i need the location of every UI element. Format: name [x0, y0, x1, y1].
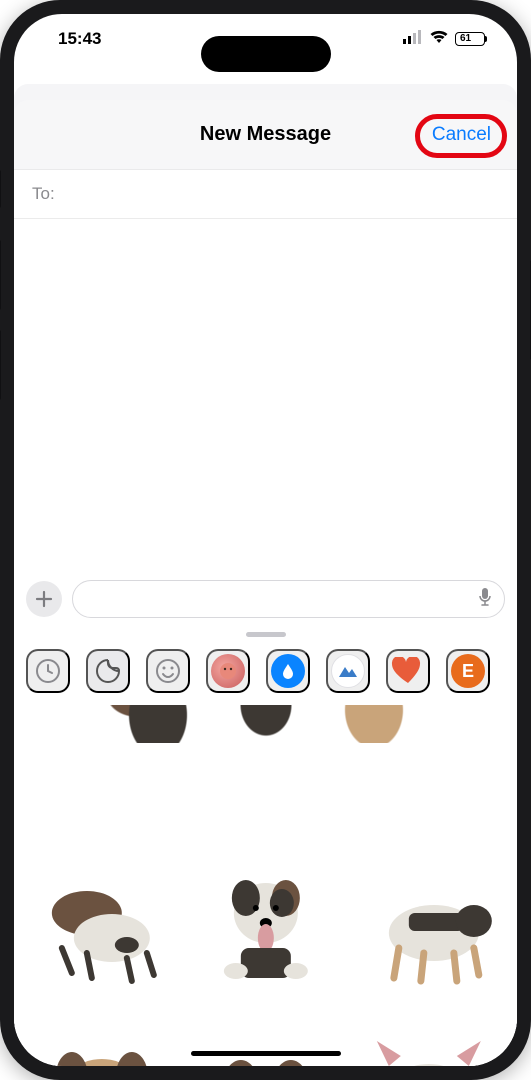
- sticker-dogs-playing[interactable]: [24, 853, 180, 993]
- app-heart[interactable]: [386, 649, 430, 693]
- compose-card: New Message Cancel To:: [14, 100, 517, 1066]
- dog-side-icon: [351, 853, 507, 993]
- sticker-dog-crop-1[interactable]: [24, 1001, 180, 1066]
- to-label: To:: [32, 184, 55, 203]
- sticker-dog-crop-2[interactable]: [188, 1001, 344, 1066]
- dog-teeth-icon: [351, 1001, 507, 1066]
- mic-icon[interactable]: [478, 587, 492, 612]
- sticker-peel-icon: [94, 657, 122, 685]
- card-header: New Message Cancel: [14, 100, 517, 170]
- drop-icon: [271, 654, 305, 688]
- dynamic-island: [201, 36, 331, 72]
- screen: 15:43 61 New Message Cancel: [14, 14, 517, 1066]
- sticker-peek-2[interactable]: [216, 705, 316, 743]
- app-emoji[interactable]: [146, 649, 190, 693]
- plus-icon: [35, 590, 53, 608]
- app-etsy[interactable]: E: [446, 649, 490, 693]
- dog-head-icon: [24, 1001, 180, 1066]
- message-thread: [14, 219, 517, 570]
- cancel-button[interactable]: Cancel: [422, 118, 501, 152]
- app-drawer: E: [14, 628, 517, 705]
- smiley-icon: [154, 657, 182, 685]
- stickers-grid: [14, 705, 517, 1066]
- silence-switch: [0, 170, 1, 208]
- sticker-dog-tongue[interactable]: [188, 853, 344, 993]
- battery-level: 61: [460, 34, 471, 44]
- app-recents[interactable]: [26, 649, 70, 693]
- sticker-dog-side[interactable]: [351, 853, 507, 993]
- status-time: 15:43: [58, 29, 101, 49]
- drawer-grabber[interactable]: [246, 632, 286, 637]
- dogs-playing-icon: [24, 853, 180, 993]
- app-hydrate[interactable]: [266, 649, 310, 693]
- dog-back-icon: [188, 1001, 344, 1066]
- memoji-icon: [211, 654, 245, 688]
- to-row[interactable]: To:: [14, 170, 517, 219]
- dog-tongue-icon: [188, 853, 344, 993]
- heart-icon: [390, 657, 426, 685]
- stickers-row-peek: [24, 705, 507, 743]
- sticker-peek-3[interactable]: [324, 705, 424, 743]
- home-indicator[interactable]: [191, 1051, 341, 1056]
- volume-down: [0, 330, 1, 400]
- app-stickers[interactable]: [86, 649, 130, 693]
- phone-frame: 15:43 61 New Message Cancel: [0, 0, 531, 1080]
- sticker-dog-crop-3[interactable]: [351, 1001, 507, 1066]
- etsy-icon: E: [451, 654, 485, 688]
- mountain-icon: [331, 654, 365, 688]
- clock-icon: [34, 657, 62, 685]
- volume-up: [0, 240, 1, 310]
- message-composer: [14, 570, 517, 628]
- wifi-icon: [429, 29, 449, 49]
- app-memoji[interactable]: [206, 649, 250, 693]
- page-title: New Message: [200, 123, 331, 146]
- cellular-signal-icon: [403, 29, 423, 49]
- app-mountain[interactable]: [326, 649, 370, 693]
- battery-icon: 61: [455, 32, 485, 46]
- sticker-peek-1[interactable]: [108, 705, 208, 743]
- message-input[interactable]: [72, 580, 505, 618]
- modal-sheet: New Message Cancel To:: [14, 84, 517, 1066]
- add-button[interactable]: [26, 581, 62, 617]
